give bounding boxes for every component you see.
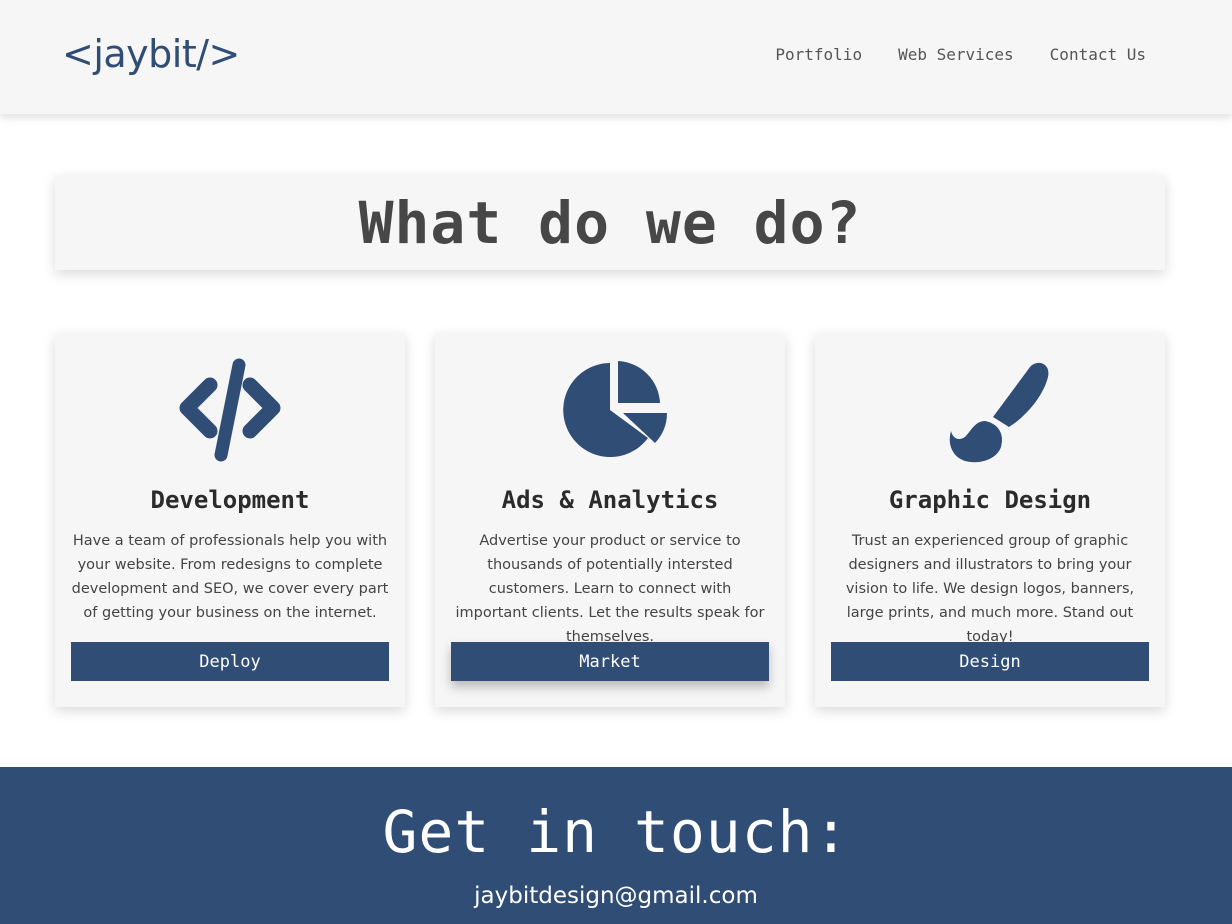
logo[interactable]: <jaybit/>	[62, 30, 240, 78]
main-nav: Portfolio Web Services Contact Us	[775, 44, 1146, 66]
service-description: Trust an experienced group of graphic de…	[845, 533, 1135, 645]
service-card-graphic-design: Graphic Design Trust an experienced grou…	[815, 333, 1165, 707]
service-title: Development	[150, 486, 310, 514]
design-button[interactable]: Design	[831, 642, 1149, 681]
deploy-button[interactable]: Deploy	[71, 642, 389, 681]
site-header: <jaybit/> Portfolio Web Services Contact…	[0, 0, 1232, 114]
code-icon	[55, 355, 405, 465]
paintbrush-icon	[815, 355, 1165, 465]
contact-title: Get in touch:	[382, 798, 850, 866]
section-banner: What do we do?	[55, 175, 1165, 270]
service-title: Graphic Design	[888, 486, 1092, 514]
service-card-ads-analytics: Ads & Analytics Advertise your product o…	[435, 333, 785, 707]
pie-chart-icon	[435, 355, 785, 465]
section-title: What do we do?	[358, 188, 862, 257]
nav-link-portfolio[interactable]: Portfolio	[775, 44, 862, 66]
nav-link-web-services[interactable]: Web Services	[898, 44, 1014, 66]
service-description: Advertise your product or service to tho…	[455, 533, 765, 645]
market-button[interactable]: Market	[451, 642, 769, 681]
service-card-development: Development Have a team of professionals…	[55, 333, 405, 707]
contact-email-link[interactable]: jaybitdesign@gmail.com	[0, 881, 1232, 911]
nav-link-contact-us[interactable]: Contact Us	[1050, 44, 1146, 66]
contact-footer: Get in touch: jaybitdesign@gmail.com	[0, 767, 1232, 924]
service-description: Have a team of professionals help you wi…	[71, 533, 389, 621]
service-title: Ads & Analytics	[501, 486, 719, 514]
